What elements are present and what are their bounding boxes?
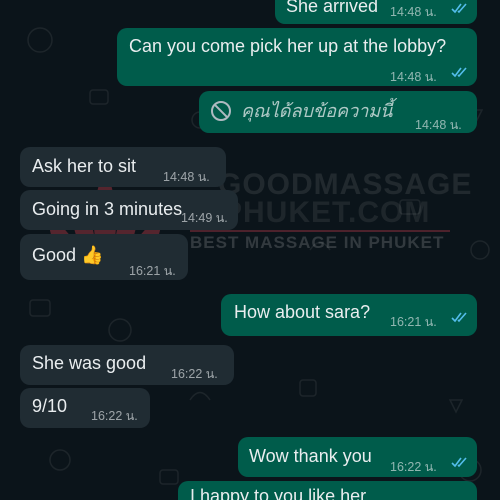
message-outgoing[interactable]: Can you come pick her up at the lobby? 1… xyxy=(117,28,477,86)
message-outgoing[interactable]: Wow thank you 16:22 น. xyxy=(238,437,477,477)
message-outgoing[interactable]: I happy to you like her xyxy=(178,481,477,500)
message-time: 14:48 น. xyxy=(163,170,210,184)
message-time: 14:48 น. xyxy=(390,70,437,84)
message-time: 14:48 น. xyxy=(390,5,437,19)
message-text: She was good xyxy=(32,353,147,373)
message-text: How about sara? xyxy=(234,302,371,322)
message-text: คุณได้ลบข้อความนี้ xyxy=(241,101,393,121)
message-text: Ask her to sit xyxy=(32,156,137,176)
message-time: 14:49 น. xyxy=(181,211,228,225)
message-time: 14:48 น. xyxy=(415,118,462,132)
message-time: 16:21 น. xyxy=(390,315,437,329)
message-text: Wow thank you xyxy=(249,446,372,466)
message-incoming[interactable]: Good 👍 16:21 น. xyxy=(20,234,188,280)
message-text: Going in 3 minutes xyxy=(32,199,183,219)
message-outgoing[interactable]: She arrived 14:48 น. xyxy=(275,0,477,24)
prohibited-icon xyxy=(211,101,231,121)
message-time: 16:21 น. xyxy=(129,264,176,278)
message-text: I happy to you like her xyxy=(190,486,367,500)
double-check-icon xyxy=(451,3,467,14)
double-check-icon xyxy=(451,312,467,323)
message-text: Can you come pick her up at the lobby? xyxy=(129,36,447,56)
thumbs-up-icon: 👍 xyxy=(81,245,104,265)
message-incoming[interactable]: Going in 3 minutes 14:49 น. xyxy=(20,190,238,230)
message-deleted[interactable]: คุณได้ลบข้อความนี้ 14:48 น. xyxy=(199,91,477,133)
message-time: 16:22 น. xyxy=(171,367,218,381)
double-check-icon xyxy=(451,67,467,78)
message-text: 9/10 xyxy=(32,396,68,416)
message-outgoing[interactable]: How about sara? 16:21 น. xyxy=(221,294,477,336)
message-incoming[interactable]: 9/10 16:22 น. xyxy=(20,388,150,428)
message-time: 16:22 น. xyxy=(91,409,138,423)
message-time: 16:22 น. xyxy=(390,460,437,474)
message-text: She arrived xyxy=(286,0,379,16)
double-check-icon xyxy=(451,457,467,468)
message-incoming[interactable]: Ask her to sit 14:48 น. xyxy=(20,147,226,187)
chat-area[interactable]: GOODMASSAGE PHUKET.COM BEST MASSAGE IN P… xyxy=(0,0,500,500)
message-text: Good 👍 xyxy=(32,244,103,266)
message-text-body: Good xyxy=(32,245,77,265)
message-incoming[interactable]: She was good 16:22 น. xyxy=(20,345,234,385)
